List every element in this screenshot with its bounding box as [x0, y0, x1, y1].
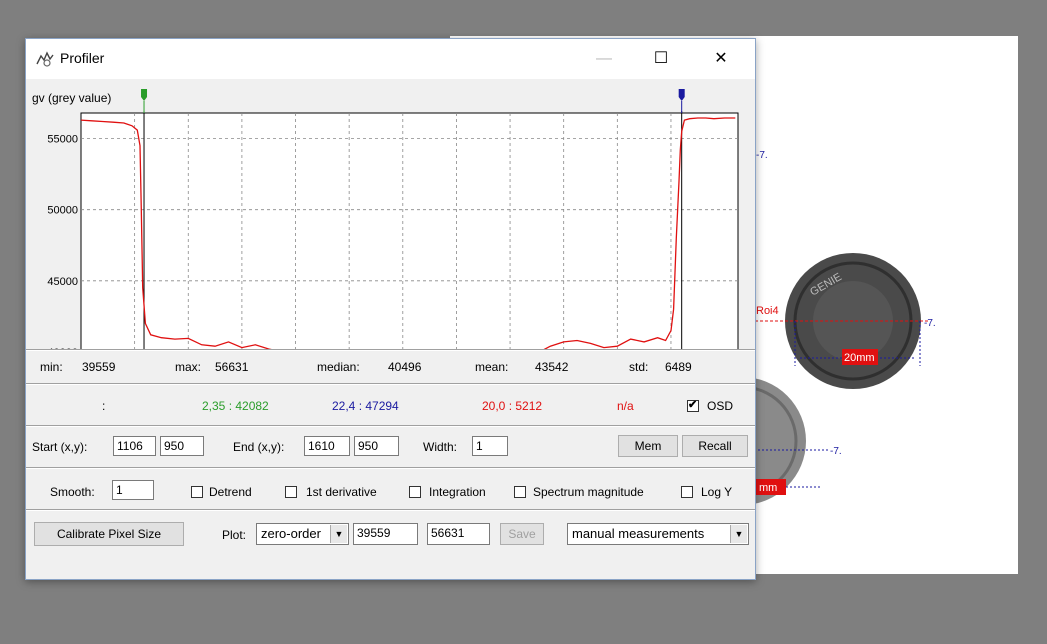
std-value: 6489 [665, 360, 692, 374]
measurement-mode-dropdown[interactable]: manual measurements ▼ [567, 523, 749, 545]
start-label: Start (x,y): [32, 440, 88, 454]
smooth-input[interactable]: 1 [112, 480, 154, 500]
y-axis-label: gv (grey value) [32, 91, 111, 105]
na-value: n/a [617, 399, 634, 413]
cursor-handle-blue-icon[interactable] [678, 89, 685, 101]
profile-chart[interactable]: gv (grey value) 40000450005000055000 024… [26, 79, 755, 349]
mem-button[interactable]: Mem [618, 435, 678, 457]
end-x-input[interactable]: 1610 [304, 436, 350, 456]
app-icon [36, 51, 54, 67]
max-value: 56631 [215, 360, 249, 374]
median-label: median: [317, 360, 360, 374]
log-y-label: Log Y [701, 485, 733, 499]
plot-type-selected: zero-order [261, 526, 321, 541]
y-tick-label: 55000 [47, 134, 78, 146]
first-derivative-checkbox[interactable] [285, 486, 297, 498]
dropdown-arrow-icon[interactable]: ▼ [330, 525, 347, 543]
integration-label: Integration [429, 485, 486, 499]
min-label: min: [40, 360, 63, 374]
plot-label: Plot: [222, 528, 247, 542]
dim-label-mm: mm [759, 482, 777, 494]
profiler-window: Profiler — ☐ ✕ gv (grey value) 400004500… [25, 38, 756, 580]
window-title: Profiler [60, 50, 105, 66]
detrend-checkbox[interactable] [191, 486, 203, 498]
close-button[interactable]: ✕ [706, 47, 736, 71]
y-tick-label: 45000 [47, 276, 78, 288]
marker-label-lower: -7. [830, 446, 842, 457]
recall-button[interactable]: Recall [682, 435, 748, 457]
max-label: max: [175, 360, 202, 374]
start-x-input[interactable]: 1106 [113, 436, 156, 456]
title-bar[interactable]: Profiler — ☐ ✕ [26, 39, 755, 79]
marker-label-top: -7. [756, 150, 768, 161]
dim-label-20mm: 20mm [844, 352, 875, 364]
mean-label: mean: [475, 360, 509, 374]
smooth-label: Smooth: [50, 485, 95, 499]
blue-cursor-value: 22,4 : 47294 [332, 399, 399, 413]
green-cursor-value: 2,35 : 42082 [202, 399, 269, 413]
save-button[interactable]: Save [500, 523, 544, 545]
dropdown-arrow-icon[interactable]: ▼ [730, 525, 747, 543]
start-y-input[interactable]: 950 [160, 436, 204, 456]
osd-label: OSD [707, 399, 734, 413]
plot-type-dropdown[interactable]: zero-order ▼ [256, 523, 349, 545]
width-input[interactable]: 1 [472, 436, 508, 456]
plot-area [80, 112, 739, 349]
integration-checkbox[interactable] [409, 486, 421, 498]
measurement-mode-selected: manual measurements [572, 526, 705, 541]
detrend-label: Detrend [209, 485, 252, 499]
std-label: std: [629, 360, 649, 374]
plot-max-input[interactable]: 56631 [427, 523, 490, 545]
cursor-handle-green-icon[interactable] [141, 89, 148, 101]
red-difference-value: 20,0 : 5212 [482, 399, 543, 413]
spectrum-magnitude-checkbox[interactable] [514, 486, 526, 498]
osd-checkbox[interactable] [687, 398, 699, 412]
end-label: End (x,y): [233, 440, 285, 454]
first-derivative-label: 1st derivative [306, 485, 377, 499]
y-ticks: 40000450005000055000 [47, 134, 78, 349]
plot-min-input[interactable]: 39559 [353, 523, 418, 545]
minimize-button[interactable]: — [589, 47, 619, 71]
mean-value: 43542 [535, 360, 569, 374]
median-value: 40496 [388, 360, 422, 374]
maximize-button[interactable]: ☐ [646, 47, 676, 71]
calibrate-pixel-size-button[interactable]: Calibrate Pixel Size [34, 522, 184, 546]
marker-label-right: -7. [924, 318, 936, 329]
log-y-checkbox[interactable] [681, 486, 693, 498]
roi-label: Roi4 [756, 305, 779, 317]
spectrum-magnitude-label: Spectrum magnitude [533, 485, 644, 499]
y-tick-label: 50000 [47, 205, 78, 217]
min-value: 39559 [82, 360, 116, 374]
width-label: Width: [423, 440, 458, 454]
measurement-separator: : [102, 399, 106, 413]
end-y-input[interactable]: 950 [354, 436, 399, 456]
